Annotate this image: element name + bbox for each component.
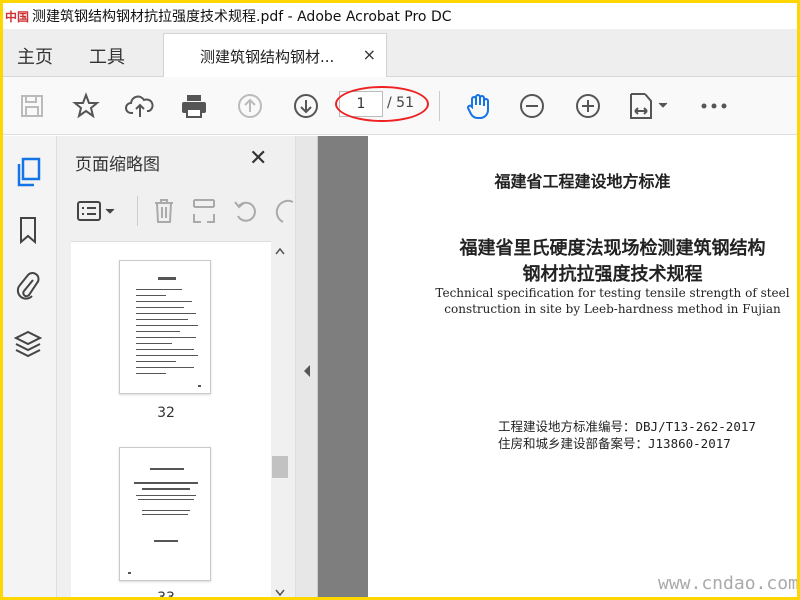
doc-code-line2: 住房和城乡建设部备案号：J13860-2017 <box>498 436 731 451</box>
pages-icon[interactable] <box>13 156 43 188</box>
attachment-icon[interactable] <box>13 270 43 302</box>
hand-tool-icon[interactable] <box>461 89 495 123</box>
panel-collapse-handle[interactable] <box>296 136 318 597</box>
page-down-icon[interactable] <box>289 89 323 123</box>
doc-title-line1: 福建省里氏硬度法现场检测建筑钢结构 <box>459 238 766 259</box>
tab-bar: 主页 工具 测建筑钢结构钢材... × <box>3 29 797 77</box>
print-icon[interactable] <box>177 89 211 123</box>
upload-cloud-icon[interactable] <box>123 89 157 123</box>
scrollbar-thumb[interactable] <box>272 456 288 478</box>
layers-icon[interactable] <box>13 328 43 360</box>
bookmark-icon[interactable] <box>13 214 43 246</box>
highlight-oval <box>335 86 429 122</box>
thumbnail-scrollbar[interactable] <box>271 241 289 597</box>
acrobat-logo-icon: 中国 <box>5 5 29 27</box>
left-rail <box>3 136 57 597</box>
thumbnail-number: 33 <box>157 590 175 600</box>
panel-toolbar <box>57 186 296 238</box>
window-title: 测建筑钢结构钢材抗拉强度技术规程.pdf - Adobe Acrobat Pro… <box>32 9 452 25</box>
thumbnail-page-33[interactable] <box>119 447 211 581</box>
thumbnail-panel: 页面缩略图 ✕ 32 33 <box>57 136 296 600</box>
collapse-arrow-icon[interactable] <box>302 364 312 378</box>
doc-title-line2: 钢材抗拉强度技术规程 <box>522 264 703 285</box>
tab-tools[interactable]: 工具 <box>89 43 125 69</box>
doc-header: 福建省工程建设地方标准 <box>494 172 671 191</box>
rotate-right-icon[interactable] <box>271 194 295 228</box>
zoom-out-icon[interactable] <box>515 89 549 123</box>
trash-icon[interactable] <box>147 194 181 228</box>
scroll-down-icon[interactable] <box>275 589 285 597</box>
acrobat-window: 中国 测建筑钢结构钢材抗拉强度技术规程.pdf - Adobe Acrobat … <box>0 0 800 600</box>
more-icon[interactable] <box>697 89 731 123</box>
thumbnail-list: 32 33 <box>71 241 273 600</box>
tab-document-label: 测建筑钢结构钢材... <box>200 48 335 66</box>
save-icon[interactable] <box>15 89 49 123</box>
watermark: www.cndao.com <box>658 573 799 594</box>
document-viewer-background <box>318 136 368 597</box>
toolbar-divider <box>439 91 440 121</box>
thumbnail-options-icon[interactable] <box>75 194 119 228</box>
insert-page-icon[interactable] <box>187 194 221 228</box>
panel-toolbar-divider <box>137 196 138 226</box>
watermark-top-left: 中国 <box>5 10 30 24</box>
panel-close-icon[interactable]: ✕ <box>249 146 267 171</box>
tab-document[interactable]: 测建筑钢结构钢材... × <box>163 33 387 77</box>
close-tab-icon[interactable]: × <box>363 45 376 64</box>
zoom-in-icon[interactable] <box>571 89 605 123</box>
star-icon[interactable] <box>69 89 103 123</box>
doc-en-line2: construction in site by Leeb-hardness me… <box>444 302 781 316</box>
fit-page-icon[interactable] <box>627 89 673 123</box>
tab-home[interactable]: 主页 <box>17 43 53 69</box>
doc-en-line1: Technical specification for testing tens… <box>435 286 790 300</box>
thumbnail-number: 32 <box>157 405 175 421</box>
page-up-icon[interactable] <box>233 89 267 123</box>
panel-title: 页面缩略图 <box>75 155 160 175</box>
scroll-up-icon[interactable] <box>275 247 285 255</box>
rotate-icon[interactable] <box>229 194 263 228</box>
thumbnail-page-32[interactable] <box>119 260 211 394</box>
document-page: 福建省工程建设地方标准 福建省里氏硬度法现场检测建筑钢结构 钢材抗拉强度技术规程… <box>368 136 797 597</box>
title-bar: 中国 测建筑钢结构钢材抗拉强度技术规程.pdf - Adobe Acrobat … <box>3 3 797 29</box>
main-toolbar: 1 / 51 <box>3 77 797 135</box>
